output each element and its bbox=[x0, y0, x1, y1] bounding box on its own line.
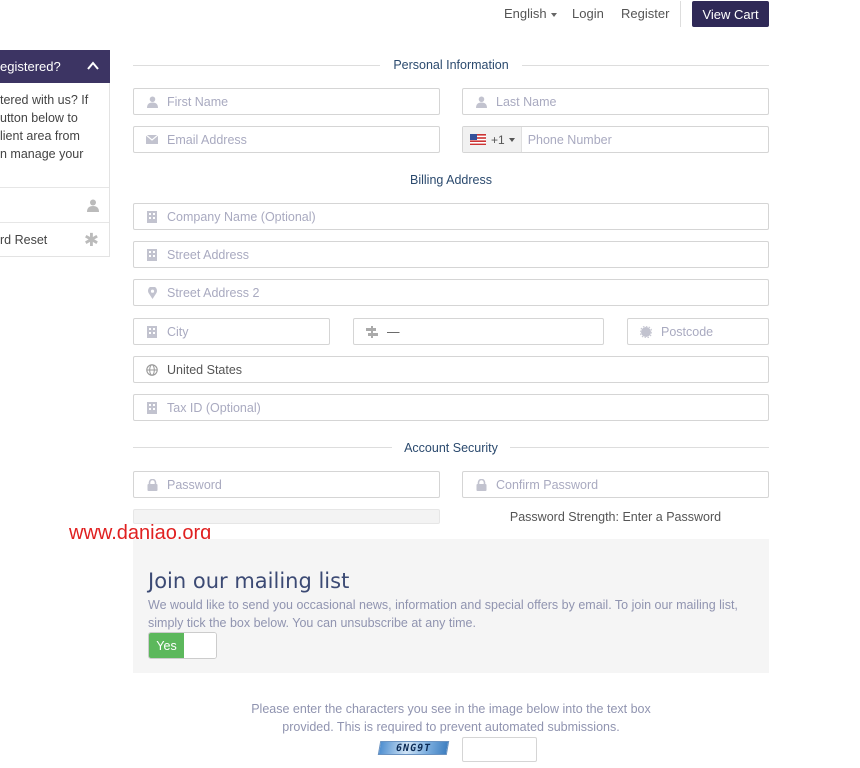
sidebar-text-line: utton below to bbox=[0, 111, 78, 125]
sidebar-header[interactable]: egistered? bbox=[0, 50, 110, 83]
view-cart-button[interactable]: View Cart bbox=[692, 1, 769, 27]
mailing-list-text: We would like to send you occasional new… bbox=[148, 596, 758, 632]
password-strength-text: Password Strength: Enter a Password bbox=[509, 510, 722, 524]
country-code-select[interactable]: +1 bbox=[463, 127, 522, 152]
mailing-list-toggle[interactable]: Yes bbox=[148, 632, 217, 659]
building-icon bbox=[145, 210, 159, 224]
mailing-list-title: Join our mailing list bbox=[148, 569, 350, 593]
state-value: — bbox=[387, 324, 400, 339]
first-name-field[interactable]: First Name bbox=[133, 88, 440, 115]
user-icon bbox=[87, 199, 99, 212]
country-value: United States bbox=[167, 362, 243, 377]
captcha-instructions-line: Please enter the characters you see in t… bbox=[251, 702, 651, 716]
captcha-code: 6NG9T bbox=[394, 742, 433, 754]
email-placeholder: Email Address bbox=[167, 132, 247, 147]
postcode-placeholder: Postcode bbox=[661, 324, 714, 339]
asterisk-icon: ✱ bbox=[83, 230, 99, 250]
lock-icon bbox=[474, 478, 488, 492]
sidebar-item-password-reset[interactable]: rd Reset ✱ bbox=[0, 222, 109, 257]
register-link[interactable]: Register bbox=[621, 6, 669, 21]
user-icon bbox=[474, 95, 488, 109]
company-name-field[interactable]: Company Name (Optional) bbox=[133, 203, 769, 230]
login-link[interactable]: Login bbox=[572, 6, 604, 21]
sidebar-text: tered with us? If utton below to lient a… bbox=[0, 91, 108, 163]
password-field[interactable]: Password bbox=[133, 471, 440, 498]
captcha-image: 6NG9T bbox=[377, 741, 450, 755]
phone-field[interactable]: +1 Phone Number bbox=[462, 126, 769, 153]
captcha-input[interactable] bbox=[462, 737, 537, 762]
toggle-on-label: Yes bbox=[149, 633, 184, 658]
language-label: English bbox=[504, 6, 547, 21]
sidebar-text-line: lient area from bbox=[0, 129, 80, 143]
caret-down-icon bbox=[508, 137, 515, 142]
building-icon bbox=[145, 248, 159, 262]
section-title-security: Account Security bbox=[392, 441, 510, 455]
signpost-icon bbox=[365, 325, 379, 339]
building-icon bbox=[145, 325, 159, 339]
sidebar-text-line: n manage your bbox=[0, 147, 84, 161]
section-title-personal: Personal Information bbox=[380, 58, 522, 72]
company-name-placeholder: Company Name (Optional) bbox=[167, 209, 316, 224]
street-address-2-field[interactable]: Street Address 2 bbox=[133, 279, 769, 306]
sidebar-header-title: egistered? bbox=[0, 59, 61, 74]
captcha-instructions: Please enter the characters you see in t… bbox=[133, 700, 769, 736]
phone-placeholder: Phone Number bbox=[527, 132, 612, 147]
street-address-field[interactable]: Street Address bbox=[133, 241, 769, 268]
first-name-placeholder: First Name bbox=[167, 94, 229, 109]
password-placeholder: Password bbox=[167, 477, 222, 492]
mailing-list-panel: Join our mailing list We would like to s… bbox=[133, 539, 769, 673]
sidebar-item-label: rd Reset bbox=[0, 233, 48, 247]
city-field[interactable]: City bbox=[133, 318, 330, 345]
map-marker-icon bbox=[145, 286, 159, 300]
sidebar-text-line: tered with us? If bbox=[0, 93, 89, 107]
sidebar-panel: tered with us? If utton below to lient a… bbox=[0, 83, 110, 257]
nav-divider bbox=[680, 1, 681, 27]
caret-down-icon bbox=[550, 12, 557, 17]
sidebar-item-login[interactable] bbox=[0, 187, 109, 222]
country-code-value: +1 bbox=[491, 132, 505, 147]
language-dropdown[interactable]: English bbox=[504, 6, 557, 21]
street-address-2-placeholder: Street Address 2 bbox=[167, 285, 260, 300]
last-name-placeholder: Last Name bbox=[496, 94, 557, 109]
tax-id-placeholder: Tax ID (Optional) bbox=[167, 400, 261, 415]
mailing-list-text-line: simply tick the box below. You can unsub… bbox=[148, 616, 476, 630]
email-field[interactable]: Email Address bbox=[133, 126, 440, 153]
user-icon bbox=[145, 95, 159, 109]
confirm-password-field[interactable]: Confirm Password bbox=[462, 471, 769, 498]
chevron-up-icon bbox=[87, 61, 99, 70]
us-flag-icon bbox=[470, 134, 486, 145]
city-placeholder: City bbox=[167, 324, 189, 339]
section-title-billing: Billing Address bbox=[380, 173, 522, 187]
postcode-field[interactable]: Postcode bbox=[627, 318, 769, 345]
street-address-placeholder: Street Address bbox=[167, 247, 249, 262]
lock-icon bbox=[145, 478, 159, 492]
captcha-instructions-line: provided. This is required to prevent au… bbox=[282, 720, 620, 734]
confirm-password-placeholder: Confirm Password bbox=[496, 477, 599, 492]
last-name-field[interactable]: Last Name bbox=[462, 88, 769, 115]
country-select[interactable]: United States bbox=[133, 356, 769, 383]
tax-id-field[interactable]: Tax ID (Optional) bbox=[133, 394, 769, 421]
toggle-handle bbox=[184, 633, 216, 658]
state-select[interactable]: — bbox=[353, 318, 604, 345]
globe-icon bbox=[145, 363, 159, 377]
building-icon bbox=[145, 401, 159, 415]
envelope-icon bbox=[145, 133, 159, 147]
mailing-list-text-line: We would like to send you occasional new… bbox=[148, 598, 738, 612]
certificate-icon bbox=[639, 325, 653, 339]
